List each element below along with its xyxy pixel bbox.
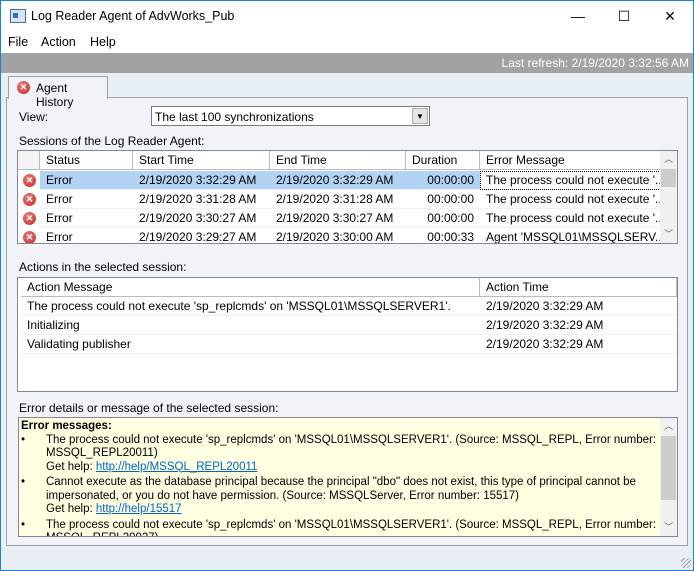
status-cell: Error bbox=[40, 190, 133, 209]
error-icon: ✕ bbox=[23, 231, 36, 243]
last-refresh: Last refresh: 2/19/2020 3:32:56 AM bbox=[1, 53, 693, 73]
error-icon: ✕ bbox=[23, 212, 36, 225]
action-row[interactable]: Validating publisher 2/19/2020 3:32:29 AM bbox=[18, 335, 677, 354]
error-item-content: Cannot execute as the database principal… bbox=[46, 476, 661, 517]
end-time-cell: 2/19/2020 3:31:28 AM bbox=[270, 190, 406, 209]
column-header-duration[interactable]: Duration bbox=[406, 151, 480, 170]
chevron-down-icon[interactable]: ▼ bbox=[412, 108, 428, 124]
column-header-end-time[interactable]: End Time bbox=[270, 151, 406, 170]
error-text: The process could not execute 'sp_replcm… bbox=[46, 433, 657, 460]
scroll-thumb[interactable] bbox=[661, 436, 676, 500]
details-scrollbar[interactable]: ︿ ﹀ bbox=[660, 418, 677, 536]
session-row[interactable]: ✕ Error 2/19/2020 3:30:27 AM 2/19/2020 3:30… bbox=[18, 209, 661, 228]
session-row[interactable]: ✕ Error 2/19/2020 3:29:27 AM 2/19/2020 3:30… bbox=[18, 228, 661, 243]
details-label: Error details or message of the selected… bbox=[19, 401, 279, 415]
column-header-action-time[interactable]: Action Time bbox=[480, 278, 677, 297]
end-time-cell: 2/19/2020 3:32:29 AM bbox=[270, 171, 406, 190]
get-help: Get help: http://help/MSSQL_REPL20011 bbox=[46, 461, 661, 475]
column-header-start-time[interactable]: Start Time bbox=[133, 151, 270, 170]
maximize-button[interactable]: ☐ bbox=[601, 1, 647, 31]
view-label: View: bbox=[19, 110, 49, 124]
action-message-cell: Validating publisher bbox=[21, 335, 480, 354]
column-header-action-message[interactable]: Action Message bbox=[21, 278, 480, 297]
duration-cell: 00:00:00 bbox=[406, 171, 480, 190]
action-time-cell: 2/19/2020 3:32:29 AM bbox=[480, 335, 677, 354]
scroll-up-icon[interactable]: ︿ bbox=[660, 151, 677, 168]
error-item-content: The process could not execute 'sp_replcm… bbox=[46, 518, 661, 537]
menu-file[interactable]: File bbox=[8, 35, 28, 49]
minimize-button[interactable]: — bbox=[555, 1, 601, 31]
tab-agent-history[interactable]: ✕ Agent History bbox=[8, 76, 108, 109]
action-row[interactable]: The process could not execute 'sp_replcm… bbox=[18, 297, 677, 316]
actions-grid: Action Message Action Time The process c… bbox=[17, 277, 678, 392]
session-row[interactable]: ✕ Error 2/19/2020 3:32:29 AM 2/19/2020 3:32… bbox=[18, 171, 661, 190]
menu-help[interactable]: Help bbox=[90, 35, 116, 49]
app-icon bbox=[10, 9, 26, 23]
action-row[interactable]: Initializing 2/19/2020 3:32:29 AM bbox=[18, 316, 677, 335]
error-message-cell: The process could not execute '... bbox=[480, 171, 661, 190]
scroll-up-icon[interactable]: ︿ bbox=[660, 418, 677, 435]
error-message-cell: Agent 'MSSQL01\MSSQLSERV... bbox=[480, 228, 661, 243]
error-icon: ✕ bbox=[17, 81, 30, 94]
menu-action[interactable]: Action bbox=[41, 35, 76, 49]
scroll-down-icon[interactable]: ﹀ bbox=[660, 226, 677, 243]
view-value: The last 100 synchronizations bbox=[155, 110, 314, 124]
bullet: • bbox=[21, 518, 26, 531]
bullet: • bbox=[21, 433, 26, 446]
scroll-down-icon[interactable]: ﹀ bbox=[660, 519, 677, 536]
action-time-cell: 2/19/2020 3:32:29 AM bbox=[480, 297, 677, 316]
session-row[interactable]: ✕ Error 2/19/2020 3:31:28 AM 2/19/2020 3:31… bbox=[18, 190, 661, 209]
menu-bar: File Action Help bbox=[1, 31, 693, 53]
error-message-cell: The process could not execute '... bbox=[480, 209, 661, 228]
bullet: • bbox=[21, 476, 26, 488]
row-header-corner bbox=[18, 151, 40, 170]
error-item: • Cannot execute as the database principa… bbox=[21, 476, 661, 517]
error-text: Cannot execute as the database principal… bbox=[46, 476, 636, 502]
status-cell: Error bbox=[40, 209, 133, 228]
window-title: Log Reader Agent of AdvWorks_Pub bbox=[31, 9, 235, 23]
error-item-content: The process could not execute 'sp_replcm… bbox=[46, 434, 661, 475]
error-message-cell: The process could not execute '... bbox=[480, 190, 661, 209]
error-text: The process could not execute 'sp_replcm… bbox=[46, 518, 657, 537]
status-cell: Error bbox=[40, 228, 133, 243]
window: Log Reader Agent of AdvWorks_Pub — ☐ ✕ F… bbox=[0, 0, 694, 571]
get-help-label: Get help: bbox=[46, 460, 93, 473]
scroll-thumb[interactable] bbox=[661, 169, 676, 187]
column-header-status[interactable]: Status bbox=[40, 151, 133, 170]
error-details-box: Error messages: • The process could not e… bbox=[18, 417, 678, 537]
close-button[interactable]: ✕ bbox=[647, 1, 693, 31]
duration-cell: 00:00:00 bbox=[406, 209, 480, 228]
action-message-cell: Initializing bbox=[21, 316, 480, 335]
action-time-cell: 2/19/2020 3:32:29 AM bbox=[480, 316, 677, 335]
sessions-grid: Status Start Time End Time Duration Erro… bbox=[17, 150, 678, 244]
column-header-error-message[interactable]: Error Message bbox=[480, 151, 661, 170]
tab-label: Agent History bbox=[36, 81, 74, 109]
error-item: • The process could not execute 'sp_replc… bbox=[21, 518, 661, 537]
duration-cell: 00:00:00 bbox=[406, 190, 480, 209]
status-cell: Error bbox=[40, 171, 133, 190]
get-help: Get help: http://help/15517 bbox=[46, 503, 661, 517]
start-time-cell: 2/19/2020 3:32:29 AM bbox=[133, 171, 270, 190]
error-heading: Error messages: bbox=[21, 420, 112, 432]
error-icon: ✕ bbox=[23, 193, 36, 206]
sessions-scrollbar[interactable]: ︿ ﹀ bbox=[660, 151, 677, 243]
end-time-cell: 2/19/2020 3:30:00 AM bbox=[270, 228, 406, 243]
end-time-cell: 2/19/2020 3:30:27 AM bbox=[270, 209, 406, 228]
error-item: • The process could not execute 'sp_replc… bbox=[21, 434, 661, 475]
resize-grip[interactable] bbox=[681, 558, 691, 568]
sessions-label: Sessions of the Log Reader Agent: bbox=[19, 134, 205, 148]
title-bar: Log Reader Agent of AdvWorks_Pub — ☐ ✕ bbox=[1, 1, 693, 31]
error-icon: ✕ bbox=[23, 174, 36, 187]
duration-cell: 00:00:33 bbox=[406, 228, 480, 243]
start-time-cell: 2/19/2020 3:31:28 AM bbox=[133, 190, 270, 209]
help-link[interactable]: http://help/15517 bbox=[96, 503, 182, 515]
action-message-cell: The process could not execute 'sp_replcm… bbox=[21, 297, 480, 316]
start-time-cell: 2/19/2020 3:30:27 AM bbox=[133, 209, 270, 228]
help-link[interactable]: http://help/MSSQL_REPL20011 bbox=[96, 461, 258, 473]
get-help-label: Get help: bbox=[46, 503, 93, 515]
actions-label: Actions in the selected session: bbox=[19, 260, 187, 274]
start-time-cell: 2/19/2020 3:29:27 AM bbox=[133, 228, 270, 243]
view-select[interactable]: The last 100 synchronizations ▼ bbox=[151, 106, 430, 126]
